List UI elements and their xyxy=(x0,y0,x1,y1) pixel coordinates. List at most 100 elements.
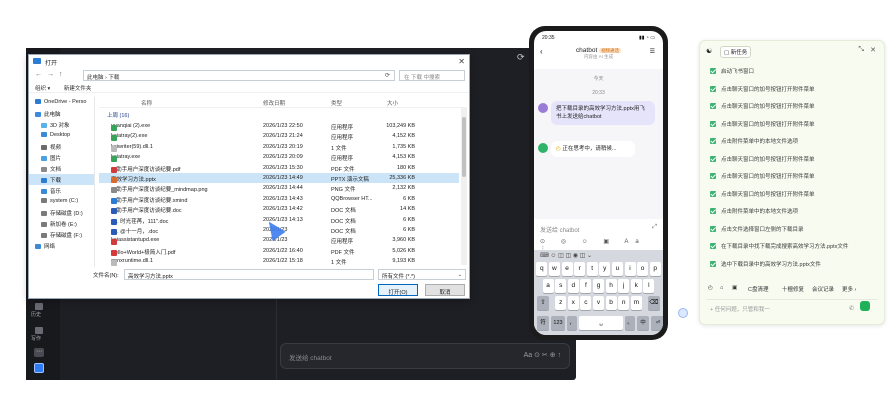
tree-item[interactable]: 视频 xyxy=(29,141,94,152)
key[interactable]: j xyxy=(618,279,630,293)
task-item[interactable]: 点击聊天窗口的加号按钮打开附件菜单 xyxy=(710,85,876,96)
filename-input[interactable]: 高效学习方法.pptx xyxy=(124,269,374,280)
tree-item[interactable]: Desktop xyxy=(29,130,94,141)
quick-action-tab[interactable]: 十檀修复 xyxy=(782,285,804,293)
file-row[interactable]: kaiatray(2).exe 2026/1/23 21:24 应用程序 4,152 … xyxy=(99,131,459,142)
back-icon[interactable]: ← xyxy=(35,71,42,78)
back-icon[interactable]: ‹ xyxy=(540,47,543,56)
floating-assistant-icon[interactable] xyxy=(678,308,688,318)
key[interactable]: l xyxy=(643,279,655,293)
search-input[interactable]: 在 下载 中搜索 xyxy=(399,70,465,81)
task-item[interactable]: 点击文件选择窗口左侧的下载目录 xyxy=(710,225,876,236)
organize-button[interactable]: 组织 ▾ xyxy=(35,86,50,92)
key[interactable]: u xyxy=(611,262,623,276)
key[interactable]: i xyxy=(624,262,636,276)
task-item[interactable]: 在下载目录中找下载完成搜索高效学习方法.pptx文件 xyxy=(710,242,876,253)
quick-action-icon[interactable]: ▣ xyxy=(732,285,737,291)
more-icon[interactable]: ☰ xyxy=(650,48,655,55)
key[interactable]: a xyxy=(542,279,554,293)
column-type[interactable]: 类型 xyxy=(331,99,342,107)
address-bar[interactable]: 此电脑 › 下载 ⟳ xyxy=(83,70,395,81)
file-row[interactable]: AI助手用户深度访谈纪要_mindmap.png 2026/1/23 14:44 P… xyxy=(99,183,459,194)
column-size[interactable]: 大小 xyxy=(387,99,398,107)
file-row[interactable]: AI助手用户深度访谈纪要.xmind 2026/1/23 14:43 QQBrows… xyxy=(99,194,459,204)
up-icon[interactable]: ↑ xyxy=(59,71,63,78)
close-icon[interactable]: ✕ xyxy=(458,57,465,66)
shift-key[interactable]: ⇧ xyxy=(537,296,549,310)
collapse-icon[interactable]: ⤡ xyxy=(858,46,864,54)
tree-item[interactable]: 下载 xyxy=(29,174,94,185)
bot-avatar[interactable] xyxy=(538,143,548,153)
task-item[interactable]: 点击聊天窗口的加号按钮打开附件菜单 xyxy=(710,190,876,201)
quick-action-icon[interactable]: ◴ xyxy=(708,285,713,291)
bot-message[interactable]: ◴ 正在思考中，请稍候... xyxy=(551,141,635,157)
task-item[interactable]: 点击附件菜单中的本地文件选项 xyxy=(710,137,876,148)
scrollbar-thumb[interactable] xyxy=(462,117,466,177)
file-row[interactable]: kaiatray.exe 2026/1/23 20:09 应用程序 4,153 KB xyxy=(99,152,459,163)
refresh-icon[interactable]: ⟳ xyxy=(385,72,390,79)
file-row[interactable]: onnxruntime.dll.1 2026/1/22 15:18 1 文件 9,19… xyxy=(99,256,459,267)
key[interactable]: k xyxy=(630,279,642,293)
tree-item[interactable]: 新加卷 (E:) xyxy=(29,218,94,229)
write-icon[interactable] xyxy=(35,327,43,334)
input-tool-icons[interactable]: Aa ⊙ ✂ ⊕ ↑ xyxy=(524,351,561,359)
key[interactable]: 123 xyxy=(551,316,565,330)
key[interactable]: h xyxy=(605,279,617,293)
forward-icon[interactable]: → xyxy=(47,71,54,78)
backspace-key[interactable]: ⌫ xyxy=(648,296,660,310)
tree-item[interactable]: 存储磁盘 (F:) xyxy=(29,229,94,240)
file-row[interactable]: kaiwriter(59).dll.1 2026/1/23 20:19 1 文件 1,… xyxy=(99,142,459,152)
file-row[interactable]: kaiassistantupd.exe 2026/1/23 应用程序 3,960 KB xyxy=(99,235,459,246)
key[interactable]: z xyxy=(555,296,567,310)
tree-item[interactable]: 音乐 xyxy=(29,185,94,196)
key[interactable]: y xyxy=(599,262,611,276)
group-header[interactable]: 上周 (16) xyxy=(107,111,129,119)
key[interactable]: q xyxy=(536,262,548,276)
cancel-button[interactable]: 取消 xyxy=(425,284,465,296)
expand-icon[interactable]: ⤢ xyxy=(652,224,657,231)
quick-action-icon[interactable]: ⌂ xyxy=(720,285,723,291)
key[interactable]: f xyxy=(580,279,592,293)
tree-item[interactable]: 3D 对象 xyxy=(29,119,94,130)
task-item[interactable]: 选中下载目录中的高效学习方法.pptx文件 xyxy=(710,260,876,271)
send-button[interactable] xyxy=(860,301,870,311)
tree-item[interactable]: 网络 xyxy=(29,240,94,251)
user-avatar[interactable] xyxy=(538,103,548,113)
key[interactable]: ⏎ xyxy=(651,316,663,330)
key[interactable]: g xyxy=(593,279,604,293)
filetype-select[interactable]: 所有文件 (*.*) ⌄ xyxy=(378,269,466,280)
key[interactable]: s xyxy=(555,279,567,293)
key[interactable]: t xyxy=(586,262,598,276)
file-row[interactable]: AI助手用户深度访谈纪要.doc 2026/1/23 14:42 DOC 文档 14 … xyxy=(99,204,459,215)
tree-item[interactable]: 存储磁盘 (D:) xyxy=(29,207,94,218)
file-row[interactable]: yuanqiai (2).exe 2026/1/23 22:50 应用程序 103,2… xyxy=(99,121,459,131)
file-row[interactable]: AI助手用户深度访谈纪要.pdf 2026/1/23 15:30 PDF 文件 180… xyxy=(99,163,459,173)
column-name[interactable]: 名称 xyxy=(141,99,152,107)
file-row[interactable]: 高效学习方法.pptx 2026/1/23 14:49 PPTX 演示文稿 25,33… xyxy=(99,173,459,183)
task-item[interactable]: 点击聊天窗口的加号按钮打开附件菜单 xyxy=(710,155,876,166)
message-input[interactable]: 发送给 chatbot Aa ⊙ ✂ ⊕ ↑ xyxy=(280,343,570,369)
key[interactable]: n xyxy=(618,296,630,310)
key[interactable]: 符 xyxy=(537,316,549,330)
task-item[interactable]: 点击附件菜单中的本地文件选项 xyxy=(710,207,876,218)
key[interactable]: b xyxy=(605,296,617,310)
new-folder-button[interactable]: 新建文件夹 xyxy=(64,86,92,92)
task-item[interactable]: 启动飞书窗口 xyxy=(710,67,876,78)
key[interactable]: r xyxy=(574,262,586,276)
tree-item[interactable]: OneDrive - Perso xyxy=(29,97,94,108)
key[interactable]: p xyxy=(649,262,661,276)
task-item[interactable]: 点击聊天窗口的加号按钮打开附件菜单 xyxy=(710,120,876,131)
key[interactable]: x xyxy=(567,296,579,310)
tree-item[interactable]: system (C:) xyxy=(29,196,94,207)
new-task-button[interactable]: ▢ 新任务 xyxy=(720,46,752,58)
file-list-scrollbar[interactable] xyxy=(461,107,467,265)
column-date[interactable]: 修改日期 xyxy=(263,99,285,107)
file-row[interactable]: Hello+World+极简入门.pdf 2026/1/22 16:40 PDF 文… xyxy=(99,246,459,256)
user-message[interactable]: 把下载目录的高效学习方法.pptx用飞书上发送给chatbot xyxy=(551,101,655,125)
phone-icon[interactable]: ✆ xyxy=(849,305,854,312)
key[interactable]: 。 xyxy=(625,316,635,330)
active-app-icon[interactable] xyxy=(34,363,44,373)
tree-item[interactable]: 此电脑 xyxy=(29,108,94,119)
key[interactable]: d xyxy=(567,279,579,293)
task-item[interactable]: 点击聊天窗口的加号按钮打开附件菜单 xyxy=(710,172,876,183)
